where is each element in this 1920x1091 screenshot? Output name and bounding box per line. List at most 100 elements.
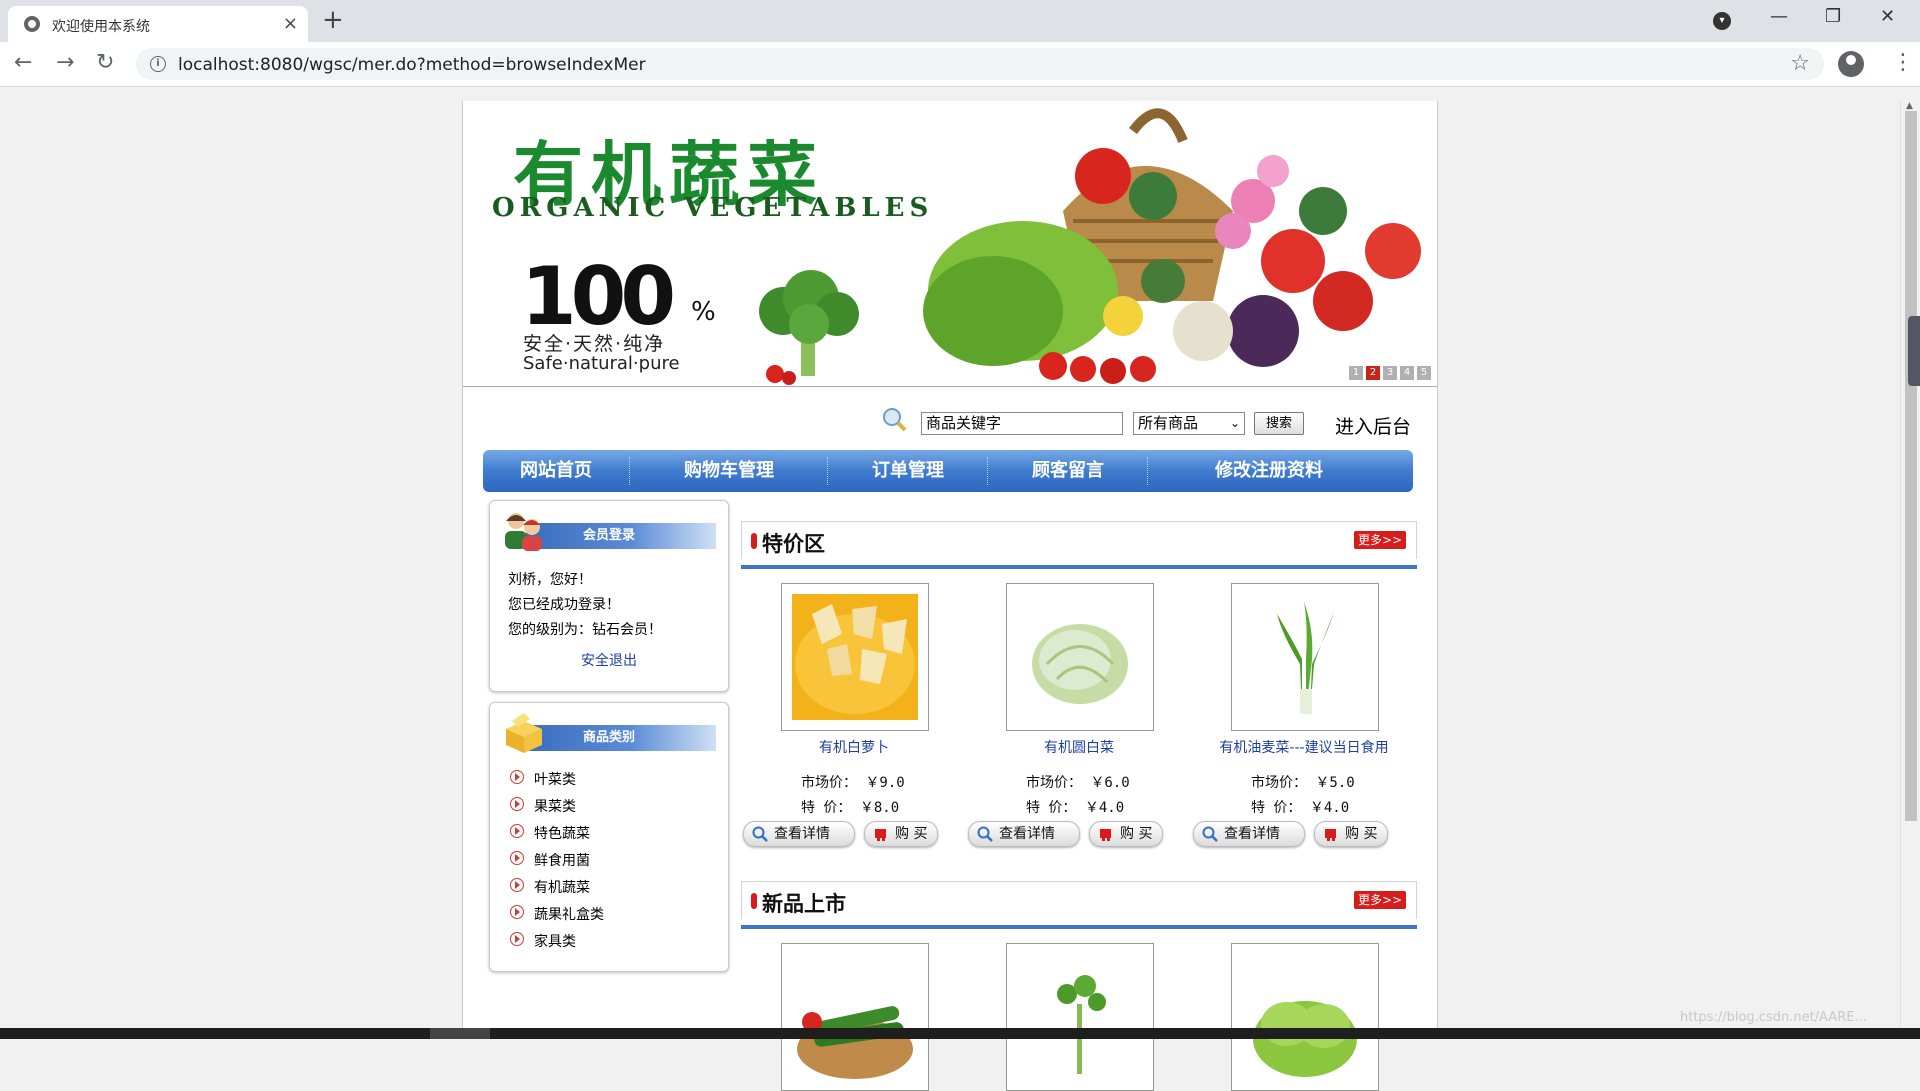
login-status: 您已经成功登录！ xyxy=(508,597,620,613)
banner-slogan-cn: 安全·天然·纯净 xyxy=(523,333,666,355)
product-image-frame[interactable] xyxy=(1006,583,1154,731)
watermark: https://blog.csdn.net/AARE... xyxy=(1680,1010,1867,1025)
scroll-up-icon[interactable]: ▲ xyxy=(1906,101,1913,111)
nav-home[interactable]: 网站首页 xyxy=(483,450,629,492)
new-arrivals-more-button[interactable]: 更多>> xyxy=(1354,891,1406,909)
page-scrollbar[interactable]: ▲ ▼ xyxy=(1900,101,1920,1041)
url-text[interactable]: localhost:8080/wgsc/mer.do?method=browse… xyxy=(178,55,646,75)
product-image-frame[interactable] xyxy=(1231,583,1379,731)
banner-page-5[interactable]: 5 xyxy=(1417,366,1431,380)
banner: 有机蔬菜 ORGANIC VEGETABLES 100 % 安全·天然·纯净 S… xyxy=(463,101,1437,387)
browser-toolbar: ← → ↻ i localhost:8080/wgsc/mer.do?metho… xyxy=(0,42,1920,87)
product-image xyxy=(1242,594,1368,720)
magnifier-icon xyxy=(883,408,907,432)
view-details-button[interactable]: 查看详情 xyxy=(1193,821,1305,847)
admin-link[interactable]: 进入后台 xyxy=(1335,412,1411,439)
banner-page-3[interactable]: 3 xyxy=(1383,366,1397,380)
nav-messages[interactable]: 顾客留言 xyxy=(989,450,1147,492)
tab-close-icon[interactable]: × xyxy=(283,13,298,34)
arrow-bullet-icon xyxy=(510,797,524,811)
market-price: 市场价： ￥5.0 xyxy=(1251,775,1355,791)
market-price: 市场价： ￥9.0 xyxy=(801,775,905,791)
product-image-frame[interactable] xyxy=(781,943,929,1091)
category-select-value: 所有商品 xyxy=(1138,414,1199,432)
special-price: 特 价： ￥4.0 xyxy=(1251,800,1350,816)
nav-profile[interactable]: 修改注册资料 xyxy=(1149,450,1389,492)
page-container: 有机蔬菜 ORGANIC VEGETABLES 100 % 安全·天然·纯净 S… xyxy=(462,101,1438,1091)
minimize-button[interactable]: — xyxy=(1770,6,1788,27)
logout-link[interactable]: 安全退出 xyxy=(490,650,728,670)
special-price: 特 价： ￥4.0 xyxy=(1026,800,1125,816)
product-image-frame[interactable] xyxy=(1006,943,1154,1091)
view-details-button[interactable]: 查看详情 xyxy=(743,821,855,847)
tab-search-icon[interactable]: ▾ xyxy=(1713,12,1731,30)
new-tab-button[interactable]: + xyxy=(322,6,344,34)
address-bar[interactable]: i localhost:8080/wgsc/mer.do?method=brow… xyxy=(136,48,1824,80)
browser-tab[interactable]: 欢迎使用本系统 × xyxy=(8,6,308,42)
buy-button[interactable]: 购 买 xyxy=(1314,821,1388,847)
buy-button[interactable]: 购 买 xyxy=(1089,821,1163,847)
banner-page-2[interactable]: 2 xyxy=(1366,366,1380,380)
forward-button[interactable]: → xyxy=(56,50,74,76)
search-button[interactable]: 搜索 xyxy=(1254,412,1304,435)
product-name[interactable]: 有机圆白菜 xyxy=(968,737,1190,757)
section-marker-icon xyxy=(751,533,757,549)
taskbar-strip xyxy=(0,1028,1920,1039)
scrollbar-thumb[interactable] xyxy=(1905,111,1917,821)
restore-button[interactable]: ❐ xyxy=(1825,6,1841,27)
section-divider xyxy=(741,565,1417,569)
browser-menu-icon[interactable]: ⋮ xyxy=(1892,50,1914,75)
specials-more-button[interactable]: 更多>> xyxy=(1354,531,1406,549)
profile-avatar-icon[interactable] xyxy=(1838,51,1864,77)
vegetables-image xyxy=(923,108,1421,384)
nav-orders[interactable]: 订单管理 xyxy=(829,450,987,492)
login-box-header: 会员登录 xyxy=(502,509,716,551)
banner-pager: 1 2 3 4 5 xyxy=(1349,366,1431,380)
section-divider xyxy=(741,925,1417,929)
arrow-bullet-icon xyxy=(510,770,524,784)
site-info-icon[interactable]: i xyxy=(150,56,166,72)
tab-title: 欢迎使用本系统 xyxy=(52,19,150,35)
view-details-button[interactable]: 查看详情 xyxy=(968,821,1080,847)
close-window-button[interactable]: ✕ xyxy=(1880,6,1895,27)
category-select[interactable]: 所有商品 ⌄ xyxy=(1133,412,1245,435)
category-box: 商品类别 叶菜类 果菜类 特色蔬菜 鲜食用菌 有机蔬菜 蔬果礼盒类 家具类 xyxy=(489,702,729,972)
cart-icon xyxy=(875,829,886,841)
magnifier-icon xyxy=(977,826,993,842)
new-arrivals-title: 新品上市 xyxy=(762,891,846,916)
bookmark-star-icon[interactable]: ☆ xyxy=(1790,51,1810,76)
specials-header: 特价区 更多>> xyxy=(741,521,1417,559)
banner-hundred: 100 xyxy=(521,250,676,343)
member-level: 您的级别为：钻石会员！ xyxy=(508,622,662,638)
side-panel-handle[interactable] xyxy=(1908,316,1920,386)
login-greeting: 刘桥，您好！ xyxy=(508,572,592,588)
reload-button[interactable]: ↻ xyxy=(96,50,114,76)
magnifier-icon xyxy=(752,826,768,842)
banner-page-1[interactable]: 1 xyxy=(1349,366,1363,380)
product-image xyxy=(792,954,918,1080)
buy-button[interactable]: 购 买 xyxy=(864,821,938,847)
members-icon xyxy=(505,513,542,551)
product-name[interactable]: 有机油麦菜---建议当日食用 xyxy=(1193,737,1415,757)
search-input[interactable]: 商品关键字 xyxy=(921,412,1123,435)
taskbar-active-item[interactable] xyxy=(430,1028,490,1039)
product-image xyxy=(792,594,918,720)
banner-percent: % xyxy=(691,297,716,327)
banner-page-4[interactable]: 4 xyxy=(1400,366,1414,380)
product-image-frame[interactable] xyxy=(1231,943,1379,1091)
product-image-frame[interactable] xyxy=(781,583,929,731)
arrow-bullet-icon xyxy=(510,824,524,838)
chevron-down-icon: ⌄ xyxy=(1229,416,1240,430)
new-arrivals-header: 新品上市 更多>> xyxy=(741,881,1417,919)
nav-cart[interactable]: 购物车管理 xyxy=(631,450,827,492)
cart-icon xyxy=(1100,829,1111,841)
banner-slogan-en: Safe·natural·pure xyxy=(523,353,680,374)
back-button[interactable]: ← xyxy=(14,50,32,76)
market-price: 市场价： ￥6.0 xyxy=(1026,775,1130,791)
arrow-bullet-icon xyxy=(510,905,524,919)
specials-title: 特价区 xyxy=(762,531,825,556)
magnifier-icon xyxy=(1202,826,1218,842)
product-name[interactable]: 有机白萝卜 xyxy=(743,737,965,757)
product-image xyxy=(1017,954,1143,1080)
arrow-bullet-icon xyxy=(510,932,524,946)
